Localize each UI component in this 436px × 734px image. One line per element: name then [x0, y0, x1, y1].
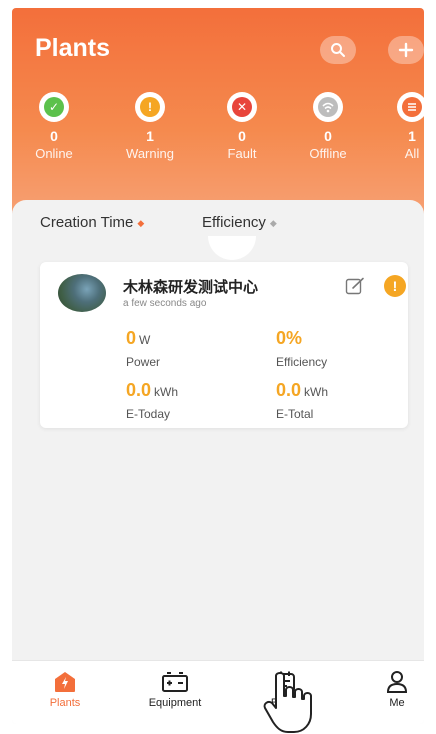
status-label: Offline — [309, 146, 347, 161]
metric-value: 0.0 — [276, 380, 302, 400]
plant-home-icon — [55, 672, 75, 692]
pull-refresh-handle — [208, 236, 256, 260]
status-offline[interactable]: 0 Offline — [288, 92, 368, 161]
add-plant-button[interactable] — [388, 36, 424, 64]
metric-value: 0.0 — [126, 380, 152, 400]
sort-arrow-icon: ◆ — [269, 217, 277, 228]
nav-equipment[interactable]: Equipment — [130, 669, 220, 709]
metric-power: 0W Power — [126, 328, 160, 369]
status-online[interactable]: ✓ 0 Online — [14, 92, 94, 161]
metric-unit: W — [139, 333, 151, 347]
nav-label: Equipment — [148, 697, 202, 709]
metric-label: E-Today — [126, 407, 171, 421]
status-warning[interactable]: ! 1 Warning — [110, 92, 190, 161]
status-count: 1 — [408, 128, 416, 144]
status-count: 0 — [324, 128, 332, 144]
status-summary: ✓ 0 Online ! 1 Warning ✕ 0 Fault 0 Offli… — [12, 92, 424, 172]
page-title: Plants — [35, 34, 111, 62]
sort-creation-time[interactable]: Creation Time ◆ — [40, 214, 144, 231]
nav-plants[interactable]: Plants — [20, 669, 110, 709]
search-button[interactable] — [320, 36, 356, 64]
battery-icon — [162, 672, 188, 692]
status-count: 1 — [146, 128, 154, 144]
status-fault[interactable]: ✕ 0 Fault — [202, 92, 282, 161]
sort-label: Creation Time — [40, 214, 134, 231]
status-all[interactable]: 1 All — [372, 92, 424, 161]
plant-card[interactable]: 木林森研发测试中心 a few seconds ago ! 0W Power 0… — [40, 262, 408, 428]
metric-label: E-Total — [276, 407, 314, 421]
nav-label: Plants — [49, 697, 81, 709]
status-label: Online — [35, 146, 73, 161]
person-icon — [386, 671, 408, 693]
plant-updated-time: a few seconds ago — [123, 298, 207, 309]
plus-icon — [398, 42, 414, 58]
header: Plants ✓ 0 Online ! 1 Warning ✕ 0 Fault … — [12, 8, 424, 230]
metric-label: Efficiency — [276, 355, 328, 369]
metric-e-today: 0.0 kWh E-Today — [126, 380, 178, 421]
status-label: Warning — [126, 146, 174, 161]
status-count: 0 — [238, 128, 246, 144]
metric-e-total: 0.0 kWh E-Total — [276, 380, 328, 421]
fault-icon: ✕ — [232, 97, 252, 117]
warning-icon: ! — [140, 97, 160, 117]
sort-efficiency[interactable]: Efficiency ◆ — [202, 214, 277, 231]
plant-avatar — [58, 274, 106, 312]
app-frame: Plants ✓ 0 Online ! 1 Warning ✕ 0 Fault … — [12, 8, 424, 724]
sort-label: Efficiency — [202, 214, 266, 231]
warning-icon[interactable]: ! — [384, 275, 406, 297]
plant-list-panel: Creation Time ◆ Efficiency ◆ 木林森研发测试中心 a f… — [12, 200, 424, 660]
check-icon: ✓ — [44, 97, 64, 117]
bottom-nav: Plants Equipment Me — [12, 660, 424, 724]
metric-efficiency: 0% Efficiency — [276, 328, 327, 369]
metric-value: 0% — [276, 328, 303, 348]
metric-label: Power — [126, 355, 161, 369]
metric-value: 0 — [126, 328, 137, 348]
status-count: 0 — [50, 128, 58, 144]
search-icon — [331, 43, 345, 57]
edit-icon[interactable] — [345, 277, 365, 295]
sort-arrow-icon: ◆ — [137, 217, 145, 228]
plant-name: 木林森研发测试中心 — [123, 279, 259, 296]
list-icon — [402, 97, 422, 117]
status-label: Fault — [227, 146, 257, 161]
nav-label: Me — [389, 697, 405, 709]
metric-unit: kWh — [154, 385, 179, 399]
metric-unit: kWh — [304, 385, 329, 399]
status-label: All — [404, 146, 420, 161]
offline-icon — [318, 97, 338, 117]
pointer-hand-icon — [263, 672, 312, 733]
nav-me[interactable]: Me — [352, 669, 424, 709]
